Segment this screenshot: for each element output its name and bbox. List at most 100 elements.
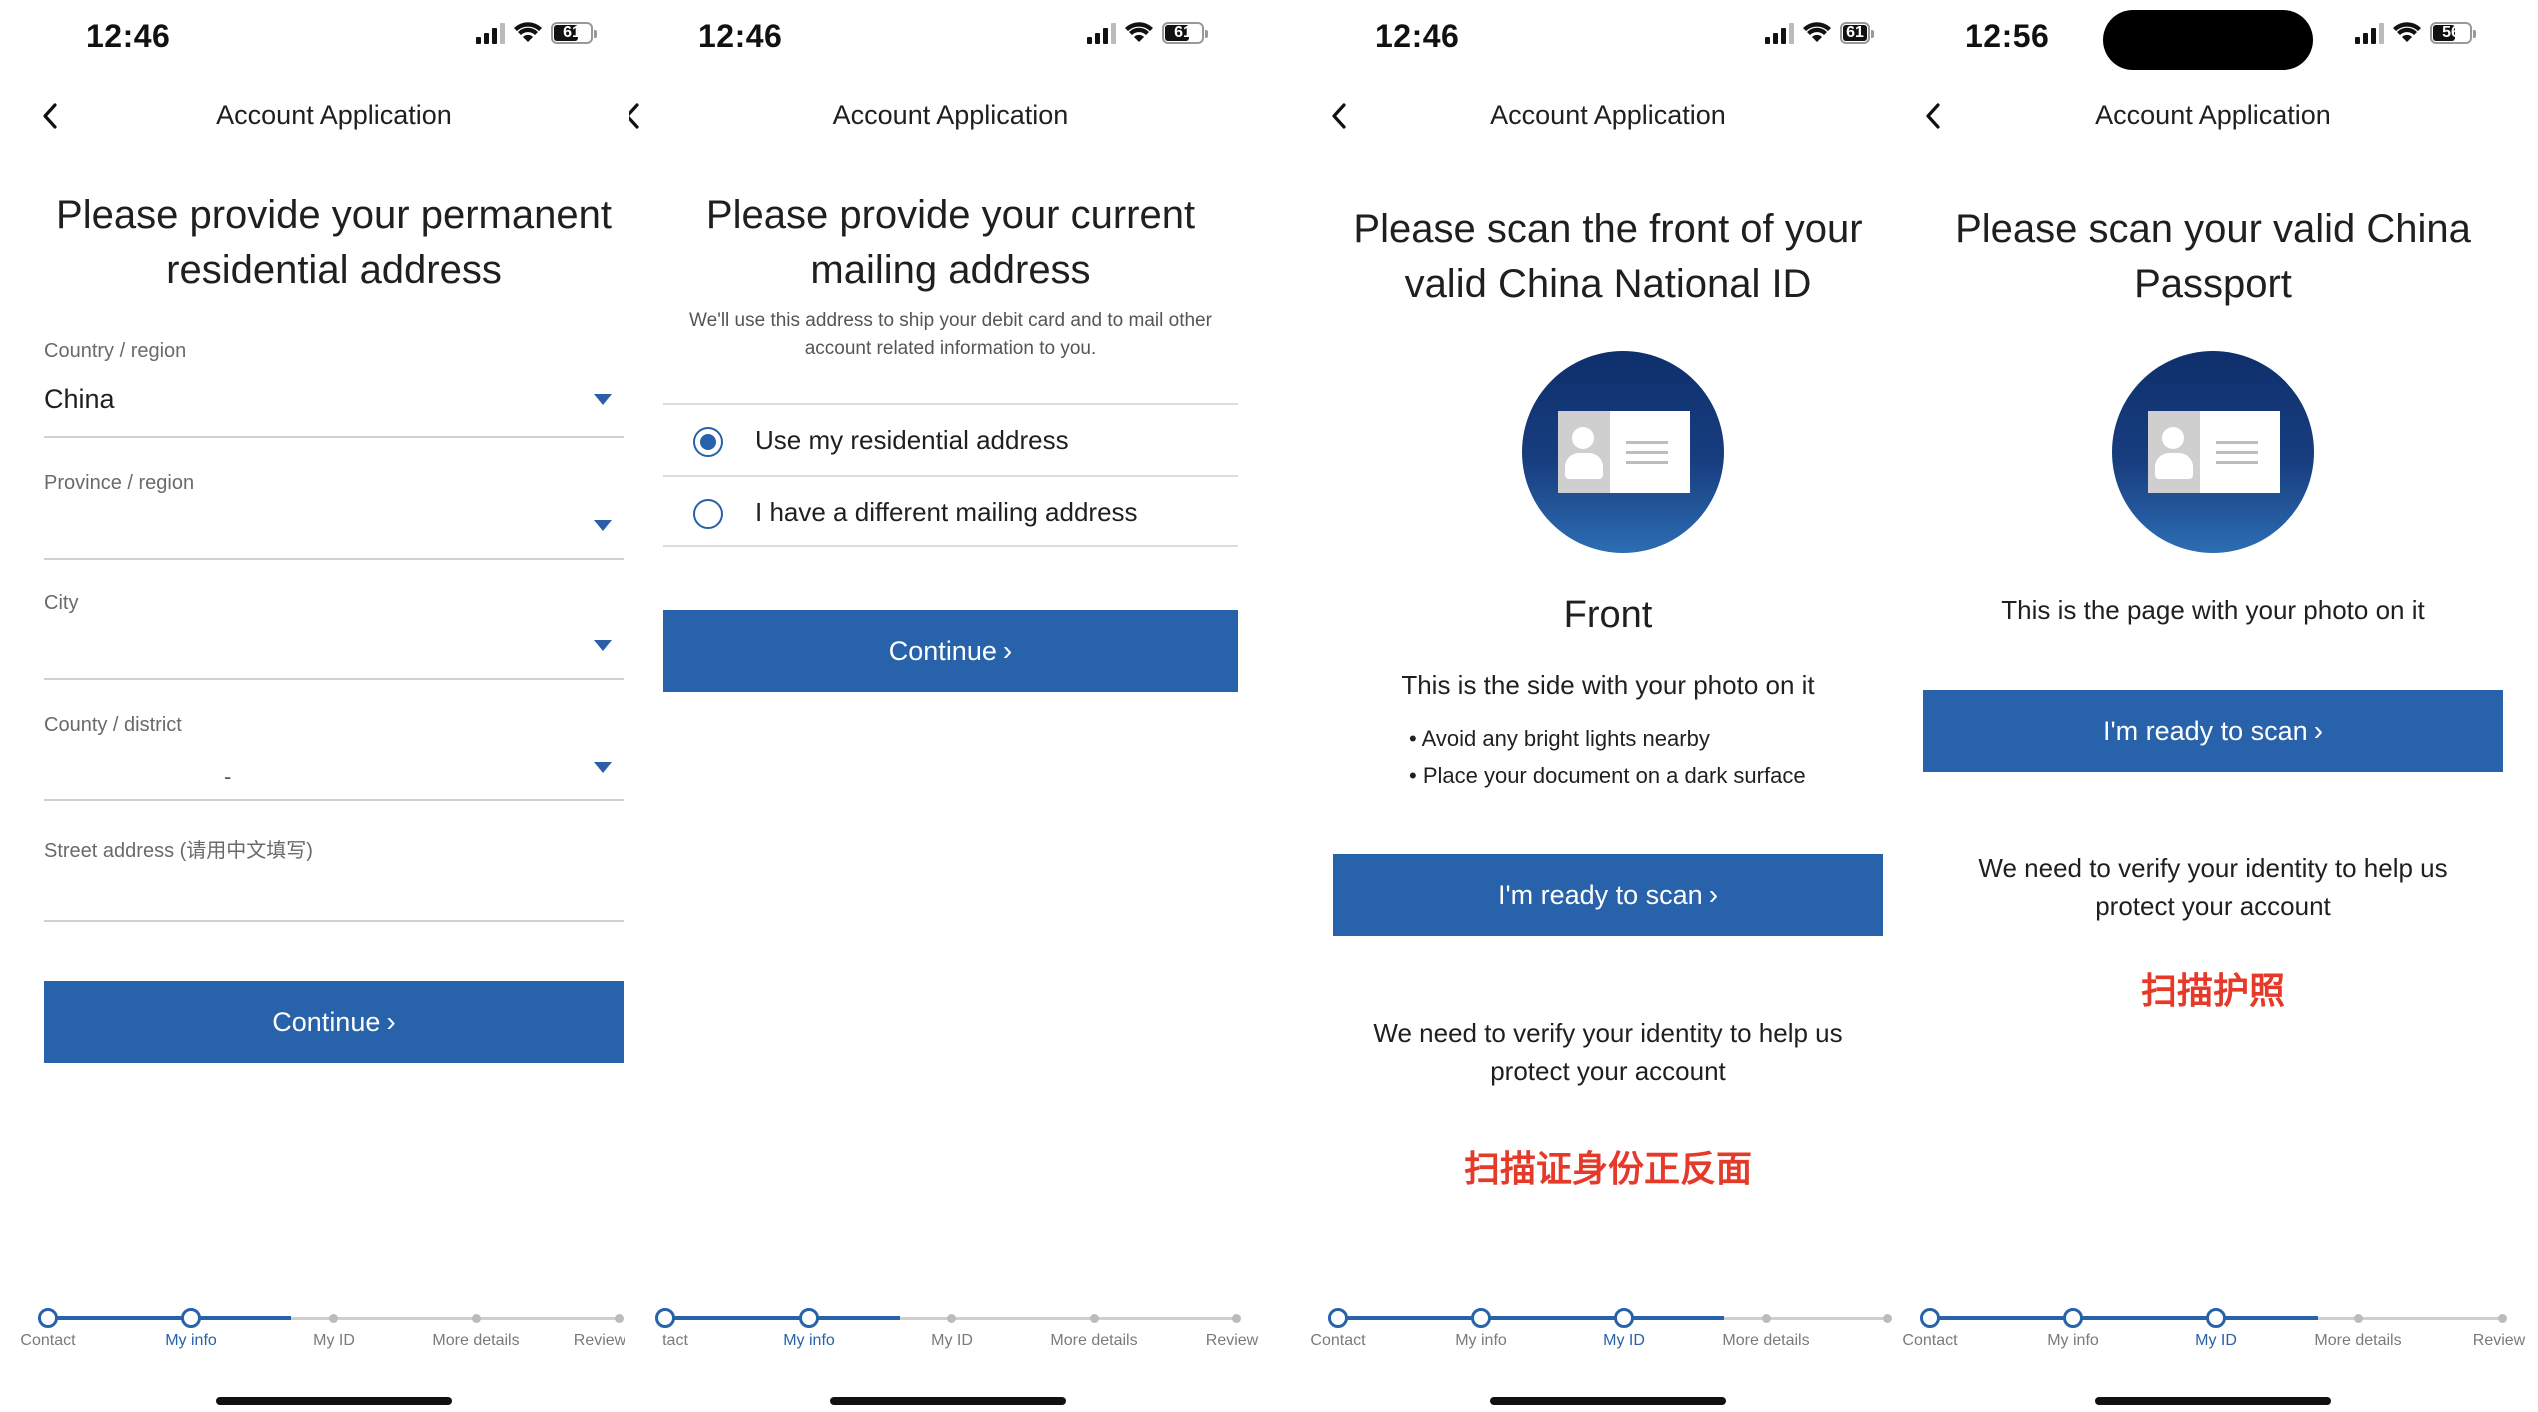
option-label: I have a different mailing address xyxy=(755,497,1138,527)
progress-stepper: Contact My info My ID More details Revie… xyxy=(1895,1300,2538,1350)
dropdown-caret-icon xyxy=(594,762,612,773)
continue-button[interactable]: Continue › xyxy=(663,610,1238,692)
annotation-text: 扫描证身份正反面 xyxy=(1463,1148,1752,1189)
progress-fill xyxy=(48,1316,291,1320)
page-title: Please provide your permanent residentia… xyxy=(44,188,624,298)
step-label: Contact xyxy=(20,1332,76,1349)
screen-mailing-address: 12:46 61 Account Application Please prov… xyxy=(625,0,1260,1412)
id-card-graphic xyxy=(1558,411,1690,493)
step-node-my-info xyxy=(799,1308,819,1328)
step-dot-more-details xyxy=(2354,1314,2363,1323)
step-node-my-id xyxy=(2206,1308,2226,1328)
status-time: 12:56 xyxy=(1965,18,2050,54)
status-icons: 61 xyxy=(1765,22,1874,44)
chevron-right-icon: › xyxy=(2313,715,2324,746)
step-label: Contact xyxy=(1310,1332,1366,1349)
step-label-active: My ID xyxy=(2195,1332,2237,1349)
side-title: Front xyxy=(1563,594,1653,636)
nav-title: Account Application xyxy=(216,100,452,130)
status-time: 12:46 xyxy=(1375,18,1460,54)
step-label: Review xyxy=(1205,1332,1259,1349)
status-bar: 12:46 61 xyxy=(625,18,1260,66)
county-district-select[interactable]: County / district - xyxy=(44,708,624,801)
id-photo-placeholder xyxy=(1558,411,1610,493)
page-title-line-1: Please scan your valid China xyxy=(1955,207,2471,251)
chevron-right-icon: › xyxy=(1708,879,1719,910)
progress-fill xyxy=(1930,1316,2318,1320)
screen-residential-address: 12:46 61 Account Application Please prov… xyxy=(0,0,625,1412)
step-dot-review xyxy=(615,1314,624,1323)
person-body-icon xyxy=(2155,453,2193,479)
step-label: My info xyxy=(1455,1332,1507,1349)
annotation-text: 扫描护照 xyxy=(2140,970,2285,1011)
signal-icon xyxy=(2355,22,2384,44)
ready-to-scan-button[interactable]: I'm ready to scan › xyxy=(1333,854,1883,936)
step-dot-more-details xyxy=(472,1314,481,1323)
step-label: Review xyxy=(2472,1332,2526,1349)
step-dot-my-id xyxy=(329,1314,338,1323)
signal-icon xyxy=(1087,22,1116,44)
status-icons: 61 xyxy=(1087,22,1208,44)
home-indicator xyxy=(1490,1397,1726,1405)
progress-stepper: Contact My info My ID More details Revie… xyxy=(0,1300,625,1350)
battery-icon: 56 xyxy=(2430,22,2476,44)
step-node-contact xyxy=(38,1308,58,1328)
option-different-address[interactable]: I have a different mailing address xyxy=(663,475,1238,547)
status-icons: 61 xyxy=(476,22,597,44)
nav-bar: Account Application xyxy=(625,96,1260,136)
step-label-active: My info xyxy=(783,1332,835,1349)
progress-fill xyxy=(665,1316,900,1320)
progress-stepper: Contact My info My ID More details xyxy=(1295,1300,1925,1350)
back-chevron-icon[interactable] xyxy=(629,102,639,130)
field-value: China xyxy=(44,384,115,414)
verify-notice: We need to verify your identity to help … xyxy=(1923,849,2503,925)
step-label: Review xyxy=(573,1332,625,1349)
battery-level: 61 xyxy=(563,24,581,41)
ready-to-scan-label: I'm ready to scan xyxy=(2102,715,2308,746)
step-dot-review xyxy=(2498,1314,2507,1323)
tip-item: • Place your document on a dark surface xyxy=(1409,763,1806,788)
field-label: County / district xyxy=(44,714,182,736)
battery-level: 61 xyxy=(1174,24,1192,41)
verify-notice-line-1: We need to verify your identity to help … xyxy=(1978,853,2448,883)
field-label: City xyxy=(44,592,79,614)
battery-icon: 61 xyxy=(1162,22,1208,44)
step-label: Contact xyxy=(1902,1332,1958,1349)
city-select[interactable]: City xyxy=(44,588,624,680)
wifi-icon xyxy=(1125,22,1153,42)
status-time: 12:46 xyxy=(698,18,783,54)
country-region-select[interactable]: Country / region China xyxy=(44,336,624,438)
field-label: Country / region xyxy=(44,340,187,362)
step-label: More details xyxy=(2314,1332,2402,1349)
id-card-graphic xyxy=(2148,411,2280,493)
status-bar: 12:56 56 xyxy=(1895,18,2538,66)
step-label: My info xyxy=(2047,1332,2099,1349)
screen-scan-passport: 12:56 56 Account Application Please scan… xyxy=(1895,0,2538,1412)
battery-level: 56 xyxy=(2442,24,2460,41)
id-card-icon xyxy=(1522,351,1724,553)
nav-title: Account Application xyxy=(832,100,1069,130)
continue-button[interactable]: Continue › xyxy=(44,981,624,1063)
wifi-icon xyxy=(1803,22,1831,42)
dropdown-caret-icon xyxy=(594,520,612,531)
id-text-line xyxy=(2216,461,2258,464)
street-address-input[interactable]: Street address (请用中文填写) xyxy=(44,830,624,922)
home-indicator xyxy=(216,1397,452,1405)
option-residential-address[interactable]: Use my residential address xyxy=(663,403,1238,475)
verify-notice-line-2: protect your account xyxy=(1490,1056,1726,1086)
nav-bar: Account Application xyxy=(0,96,625,136)
step-node-my-info xyxy=(181,1308,201,1328)
id-text-line xyxy=(1626,451,1668,454)
province-region-select[interactable]: Province / region xyxy=(44,466,624,560)
progress-fill xyxy=(1338,1316,1724,1320)
verify-notice: We need to verify your identity to help … xyxy=(1333,1014,1883,1090)
dropdown-caret-icon xyxy=(594,394,612,405)
progress-stepper: tact My info My ID More details Review xyxy=(625,1300,1260,1350)
id-card-icon xyxy=(2112,351,2314,553)
home-indicator xyxy=(830,1397,1066,1405)
page-title-line-1: Please provide your current xyxy=(705,193,1196,237)
page-title-line-2: valid China National ID xyxy=(1404,262,1812,306)
id-photo-placeholder xyxy=(2148,411,2200,493)
ready-to-scan-button[interactable]: I'm ready to scan › xyxy=(1923,690,2503,772)
step-node-my-info xyxy=(2063,1308,2083,1328)
